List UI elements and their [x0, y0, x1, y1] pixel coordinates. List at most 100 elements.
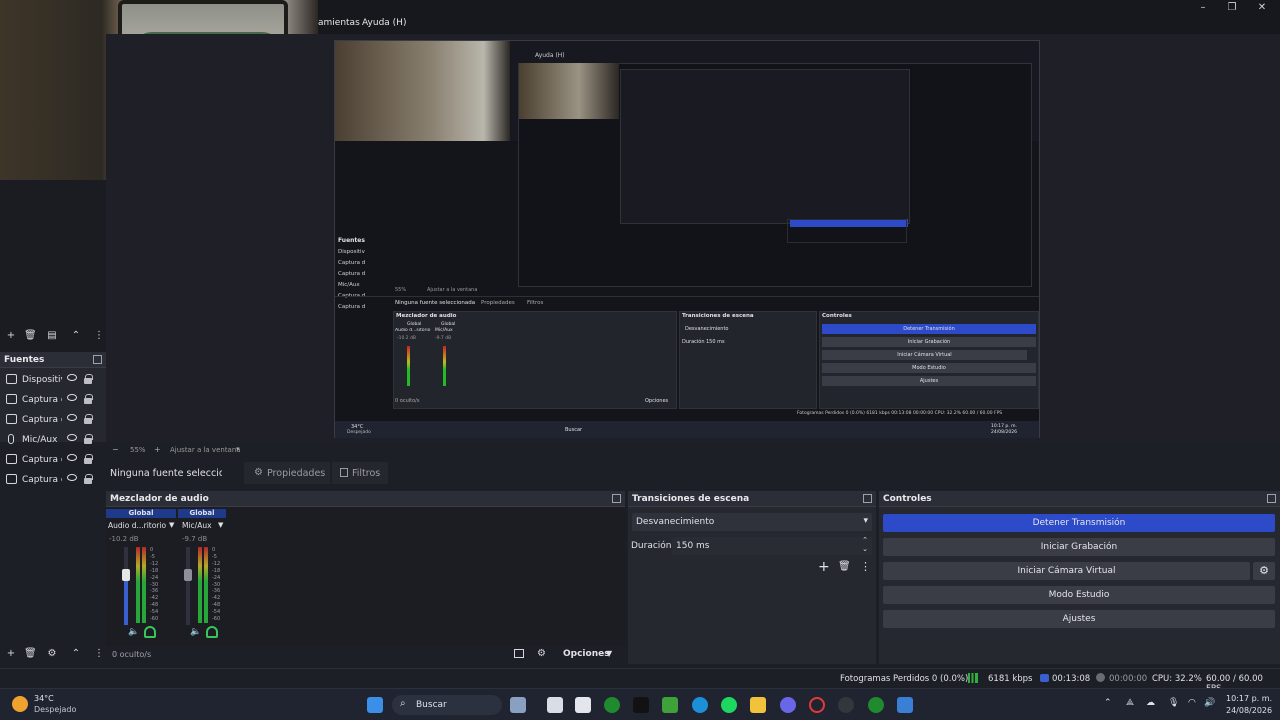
- menu-herramientas[interactable]: amientas: [318, 18, 360, 28]
- chevron-down-icon[interactable]: ▼: [169, 521, 174, 529]
- virtual-camera-button[interactable]: Iniciar Cámara Virtual: [883, 562, 1250, 580]
- studio-mode-button[interactable]: Modo Estudio: [883, 586, 1275, 604]
- channel-2-name[interactable]: Mic/Aux: [182, 521, 212, 530]
- fit-dropdown[interactable]: Ajustar a la ventana: [170, 446, 241, 454]
- source-item-5[interactable]: Captura d: [0, 470, 106, 490]
- slider-handle[interactable]: [122, 569, 130, 581]
- settings-icon[interactable]: ⚙: [537, 648, 546, 659]
- edge-icon[interactable]: [692, 697, 708, 713]
- chevron-down-icon[interactable]: ▼: [218, 521, 223, 529]
- lock-icon[interactable]: [84, 454, 93, 464]
- filters-button[interactable]: Filtros: [332, 462, 388, 484]
- mixer-layout-icon[interactable]: [514, 649, 524, 658]
- volume-icon[interactable]: 🔊: [1204, 698, 1215, 708]
- popout-icon[interactable]: [863, 494, 872, 503]
- search-box[interactable]: ⌕ Buscar: [392, 695, 502, 715]
- search-widget-icon[interactable]: [510, 697, 526, 713]
- discord-icon[interactable]: [780, 697, 796, 713]
- gear-icon[interactable]: ⚙: [46, 648, 58, 659]
- duration-stepper[interactable]: 150 ms ⌃ ⌄: [672, 536, 872, 555]
- source-item-2[interactable]: Captura d: [0, 410, 106, 430]
- folder-icon[interactable]: [750, 697, 766, 713]
- stop-stream-button[interactable]: Detener Transmisión: [883, 514, 1275, 532]
- chevron-up-icon[interactable]: ⌃: [70, 648, 82, 659]
- transition-select[interactable]: Desvanecimiento ▾: [632, 513, 872, 531]
- lock-icon[interactable]: [84, 374, 93, 384]
- eye-icon[interactable]: [67, 414, 77, 421]
- live-time: 00:13:08: [1052, 674, 1091, 684]
- source-item-3[interactable]: Mic/Aux: [0, 430, 106, 450]
- eye-icon[interactable]: [67, 394, 77, 401]
- minecraft-icon[interactable]: [662, 697, 678, 713]
- trash-icon[interactable]: 🗑: [24, 648, 37, 659]
- cloud-icon[interactable]: ☁: [1146, 698, 1155, 708]
- more-icon[interactable]: ⋮: [94, 330, 104, 341]
- popout-icon[interactable]: [612, 494, 621, 503]
- xbox-app-icon[interactable]: [868, 697, 884, 713]
- wifi-icon[interactable]: ◠: [1188, 698, 1196, 708]
- eye-icon[interactable]: [67, 474, 77, 481]
- source-item-0[interactable]: Dispositiv: [0, 370, 106, 390]
- speaker-icon[interactable]: 🔈: [190, 627, 201, 637]
- opera-icon[interactable]: [809, 697, 825, 713]
- source-item-4[interactable]: Captura d: [0, 450, 106, 470]
- chevron-down-icon[interactable]: ▾: [236, 445, 240, 453]
- trash-icon[interactable]: 🗑: [838, 561, 851, 572]
- zoom-out-icon[interactable]: −: [112, 445, 119, 454]
- weather-icon[interactable]: [12, 696, 28, 712]
- eye-icon[interactable]: [67, 434, 77, 441]
- speaker-icon[interactable]: 🔈: [128, 627, 139, 637]
- lock-icon[interactable]: [84, 474, 93, 484]
- add-icon[interactable]: +: [818, 559, 830, 575]
- windows-start-icon[interactable]: [367, 697, 383, 713]
- store-icon[interactable]: [575, 697, 591, 713]
- properties-button[interactable]: ⚙ Propiedades: [244, 462, 330, 484]
- filter-icon[interactable]: ▤: [46, 330, 58, 341]
- network-tray-icon[interactable]: ⟁: [1126, 698, 1134, 708]
- popout-icon[interactable]: [93, 355, 102, 364]
- popout-icon[interactable]: [1267, 494, 1276, 503]
- lock-icon[interactable]: [84, 414, 93, 424]
- headphones-icon[interactable]: [206, 626, 218, 638]
- options-button[interactable]: Opciones: [563, 649, 610, 659]
- more-icon[interactable]: ⋮: [94, 648, 104, 659]
- lock-icon[interactable]: [84, 434, 93, 444]
- add-icon[interactable]: +: [5, 648, 17, 659]
- clock-date[interactable]: 24/08/2026: [1226, 706, 1272, 715]
- channel-1-name[interactable]: Audio d...ritorio: [108, 521, 168, 530]
- add-icon[interactable]: +: [5, 330, 17, 341]
- clock-time[interactable]: 10:17 p. m.: [1226, 694, 1272, 703]
- capcut-icon[interactable]: [633, 697, 649, 713]
- close-icon[interactable]: ✕: [1255, 1, 1269, 15]
- headphones-icon[interactable]: [144, 626, 156, 638]
- eye-icon[interactable]: [67, 374, 77, 381]
- mic-icon[interactable]: 🎙: [1168, 698, 1179, 708]
- task-view-icon[interactable]: [547, 697, 563, 713]
- window-icon: [6, 454, 17, 464]
- channel-1-slider[interactable]: [122, 547, 130, 625]
- app-icon[interactable]: [897, 697, 913, 713]
- settings-button[interactable]: Ajustes: [883, 610, 1275, 628]
- chevron-up-icon[interactable]: ⌃: [862, 536, 868, 544]
- menu-ayuda[interactable]: Ayuda (H): [362, 18, 406, 28]
- more-icon[interactable]: ⋮: [860, 560, 871, 573]
- zoom-in-icon[interactable]: +: [154, 445, 161, 454]
- chevron-up-icon[interactable]: ⌃: [1104, 698, 1112, 708]
- obs-icon[interactable]: [838, 697, 854, 713]
- chevron-down-icon[interactable]: ▼: [606, 649, 612, 658]
- trash-icon[interactable]: 🗑: [24, 330, 37, 341]
- lock-icon[interactable]: [84, 394, 93, 404]
- minimize-icon[interactable]: –: [1196, 1, 1210, 15]
- chevron-up-icon[interactable]: ⌃: [70, 330, 82, 341]
- spotify-icon[interactable]: [721, 697, 737, 713]
- xbox-icon[interactable]: [604, 697, 620, 713]
- maximize-icon[interactable]: ❐: [1225, 1, 1239, 15]
- slider-handle[interactable]: [184, 569, 192, 581]
- search-icon: ⌕: [400, 698, 406, 709]
- gear-icon[interactable]: ⚙: [1253, 562, 1275, 580]
- source-item-1[interactable]: Captura d: [0, 390, 106, 410]
- chevron-down-icon[interactable]: ⌄: [862, 545, 868, 553]
- channel-2-slider[interactable]: [184, 547, 192, 625]
- start-record-button[interactable]: Iniciar Grabación: [883, 538, 1275, 556]
- eye-icon[interactable]: [67, 454, 77, 461]
